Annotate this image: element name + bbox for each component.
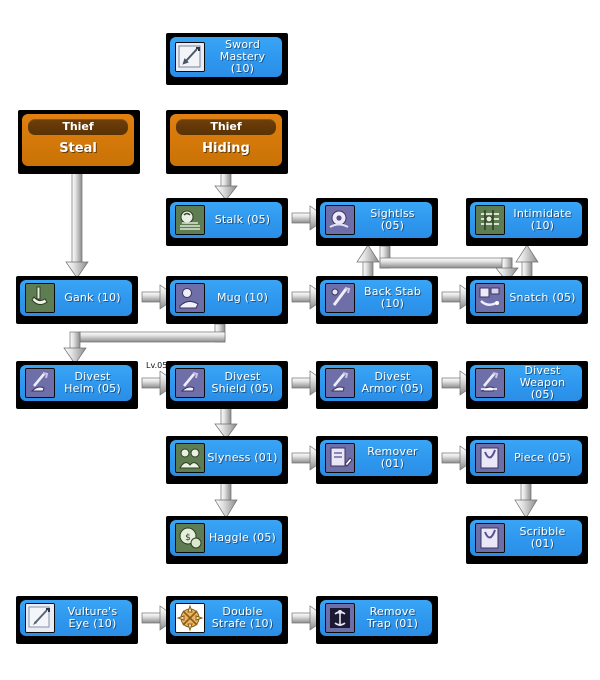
node-divest-armor[interactable]: Divest Armor (05) (316, 361, 438, 409)
skill-label: Vulture's Eye (10) (67, 605, 118, 630)
class-title: Hiding (202, 141, 250, 156)
skill-label: Double Strafe (10) (211, 605, 274, 630)
double-strafe-icon (175, 603, 205, 633)
node-body: Double Strafe (10) (170, 600, 282, 636)
slyness-icon (175, 443, 205, 473)
edge-snatch-to-intimidate (515, 244, 539, 279)
skill-label: Divest Weapon (05) (519, 365, 566, 401)
node-intimidate[interactable]: Intimidate (10) (466, 198, 588, 246)
scribble-icon (475, 523, 505, 553)
mug-icon (175, 283, 205, 313)
node-body: Intimidate (10) (470, 202, 582, 238)
skill-label: Back Stab (10) (363, 285, 422, 310)
stalk-icon (175, 205, 205, 235)
skill-label: Sightlss (05) (370, 207, 415, 232)
class-tag: Thief (28, 119, 128, 135)
skill-label: Intimidate (10) (513, 207, 572, 232)
backstab-icon (325, 283, 355, 313)
skill-label: Remover (01) (367, 445, 418, 470)
node-body: Sword Mastery (10) (170, 37, 282, 77)
skill-label: Stalk (05) (214, 213, 271, 226)
node-remover[interactable]: Remover (01) (316, 436, 438, 484)
skill-label: Slyness (01) (207, 451, 278, 464)
edge-slyness-to-haggle (214, 481, 238, 519)
gank-icon (25, 283, 55, 313)
node-body: Thief Steal (22, 114, 134, 166)
svg-text:$: $ (185, 533, 191, 543)
skill-label: Piece (05) (513, 451, 572, 464)
edge-backstab-to-sightlss (356, 244, 380, 279)
node-body: Divest Shield (05) (170, 365, 282, 401)
node-body: Mug (10) (170, 280, 282, 316)
node-body: Slyness (01) (170, 440, 282, 476)
skill-label: Divest Helm (05) (64, 370, 121, 395)
divest-shield-icon (175, 368, 205, 398)
node-remove-trap[interactable]: Remove Trap (01) (316, 596, 438, 644)
node-divest-shield[interactable]: Divest Shield (05) (166, 361, 288, 409)
node-piece[interactable]: Piece (05) (466, 436, 588, 484)
node-double-strafe[interactable]: Double Strafe (10) (166, 596, 288, 644)
node-body: Thief Hiding (170, 114, 282, 166)
node-divest-weapon[interactable]: Divest Weapon (05) (466, 361, 588, 409)
skill-label: Divest Shield (05) (211, 370, 274, 395)
remove-trap-icon (325, 603, 355, 633)
node-body: Scribble (01) (470, 520, 582, 556)
skill-label: Divest Armor (05) (361, 370, 424, 395)
node-body: Snatch (05) (470, 280, 582, 316)
node-slyness[interactable]: Slyness (01) (166, 436, 288, 484)
snatch-icon (475, 283, 505, 313)
node-mug[interactable]: Mug (10) (166, 276, 288, 324)
node-body: Gank (10) (20, 280, 132, 316)
sword-icon (175, 42, 205, 72)
divest-helm-icon (25, 368, 55, 398)
vultures-eye-icon (25, 603, 55, 633)
node-scribble[interactable]: Scribble (01) (466, 516, 588, 564)
skill-label: Sword Mastery (10) (219, 38, 266, 75)
skill-label: Gank (10) (64, 291, 121, 304)
skill-label: Haggle (05) (208, 531, 277, 544)
skill-label: Scribble (01) (519, 525, 566, 550)
skill-label: Mug (10) (216, 291, 269, 304)
node-body: Divest Armor (05) (320, 365, 432, 401)
edge-piece-to-scribble (514, 481, 538, 519)
node-thief-steal[interactable]: Thief Steal (18, 110, 140, 174)
node-body: Divest Weapon (05) (470, 365, 582, 401)
node-gank[interactable]: Gank (10) (16, 276, 138, 324)
class-title: Steal (59, 141, 97, 156)
node-body: Back Stab (10) (320, 280, 432, 316)
node-haggle[interactable]: $ Haggle (05) (166, 516, 288, 564)
node-snatch[interactable]: Snatch (05) (466, 276, 588, 324)
sightless-icon (325, 205, 355, 235)
edge-mug-to-divesthelm (63, 323, 226, 365)
edge-steal-to-gank (65, 167, 89, 279)
intimidate-icon (475, 205, 505, 235)
divest-weapon-icon (475, 368, 505, 398)
skill-tree: Sword Mastery (10) Thief Steal Thief Hiding … (0, 0, 600, 680)
connector-layer (63, 167, 539, 631)
node-body: Sightlss (05) (320, 202, 432, 238)
node-sword-mastery[interactable]: Sword Mastery (10) (166, 33, 288, 85)
node-body: Remover (01) (320, 440, 432, 476)
class-tag: Thief (176, 119, 276, 135)
edge-divestshield-to-slyness (214, 405, 238, 440)
node-body: Piece (05) (470, 440, 582, 476)
remover-icon (325, 443, 355, 473)
skill-label: Remove Trap (01) (366, 605, 419, 630)
divest-armor-icon (325, 368, 355, 398)
node-stalk[interactable]: Stalk (05) (166, 198, 288, 246)
node-body: Stalk (05) (170, 202, 282, 238)
skill-label: Snatch (05) (509, 291, 576, 304)
haggle-icon: $ (175, 523, 205, 553)
node-sightlss[interactable]: Sightlss (05) (316, 198, 438, 246)
node-body: $ Haggle (05) (170, 520, 282, 556)
node-thief-hiding[interactable]: Thief Hiding (166, 110, 288, 174)
node-back-stab[interactable]: Back Stab (10) (316, 276, 438, 324)
node-vultures-eye[interactable]: Vulture's Eye (10) (16, 596, 138, 644)
node-body: Remove Trap (01) (320, 600, 432, 636)
node-body: Vulture's Eye (10) (20, 600, 132, 636)
node-body: Divest Helm (05) (20, 365, 132, 401)
node-divest-helm[interactable]: Divest Helm (05) (16, 361, 138, 409)
piece-icon (475, 443, 505, 473)
